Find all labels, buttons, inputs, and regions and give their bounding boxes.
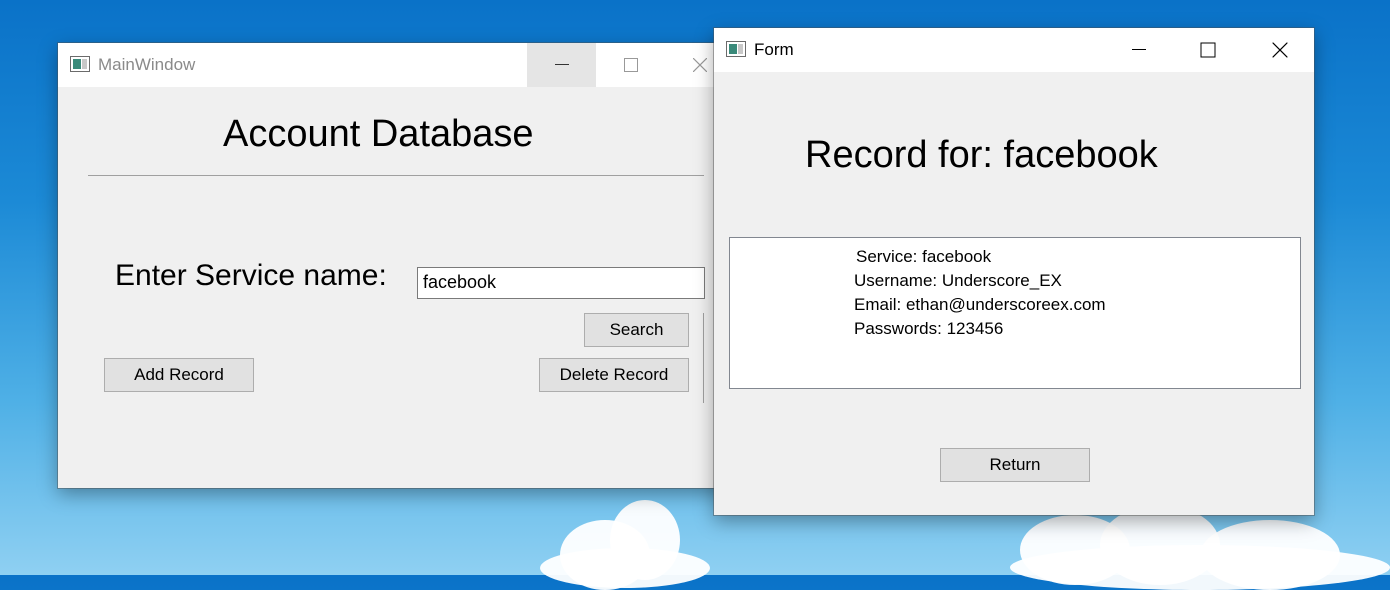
vertical-divider <box>703 313 704 403</box>
main-window-title: MainWindow <box>98 55 196 74</box>
maximize-icon <box>1200 42 1215 58</box>
delete-record-button[interactable]: Delete Record <box>539 358 689 392</box>
minimize-button[interactable] <box>1104 28 1173 72</box>
service-name-label: Enter Service name: <box>115 259 387 292</box>
form-window: Form Record for: facebook Service: faceb… <box>714 28 1314 515</box>
form-window-title: Form <box>754 40 794 59</box>
service-name-input[interactable]: facebook <box>417 267 705 299</box>
app-icon <box>726 41 746 57</box>
form-window-titlebar[interactable]: Form <box>714 28 1314 72</box>
maximize-icon <box>623 58 638 72</box>
record-email: Email: ethan@underscoreex.com <box>854 295 1106 314</box>
record-password: Passwords: 123456 <box>854 319 1004 338</box>
record-username: Username: Underscore_EX <box>854 271 1062 290</box>
maximize-button[interactable] <box>1173 28 1242 72</box>
record-title: Record for: facebook <box>805 134 1158 176</box>
minimize-icon <box>1131 49 1146 50</box>
close-icon <box>1272 42 1287 58</box>
maximize-button[interactable] <box>596 43 665 87</box>
record-details-box: Service: facebook Username: Underscore_E… <box>729 237 1301 389</box>
close-icon <box>692 58 707 72</box>
minimize-button[interactable] <box>527 43 596 87</box>
page-title: Account Database <box>223 113 534 155</box>
minimize-icon <box>554 64 569 65</box>
main-window-titlebar[interactable]: MainWindow <box>58 43 730 87</box>
record-service: Service: facebook <box>856 247 992 266</box>
search-button[interactable]: Search <box>584 313 689 347</box>
add-record-button[interactable]: Add Record <box>104 358 254 392</box>
return-button[interactable]: Return <box>940 448 1090 482</box>
close-button[interactable] <box>1245 28 1314 72</box>
app-icon <box>70 56 90 72</box>
main-window: MainWindow Account Database Enter Servic… <box>58 43 730 488</box>
title-divider <box>88 175 704 176</box>
